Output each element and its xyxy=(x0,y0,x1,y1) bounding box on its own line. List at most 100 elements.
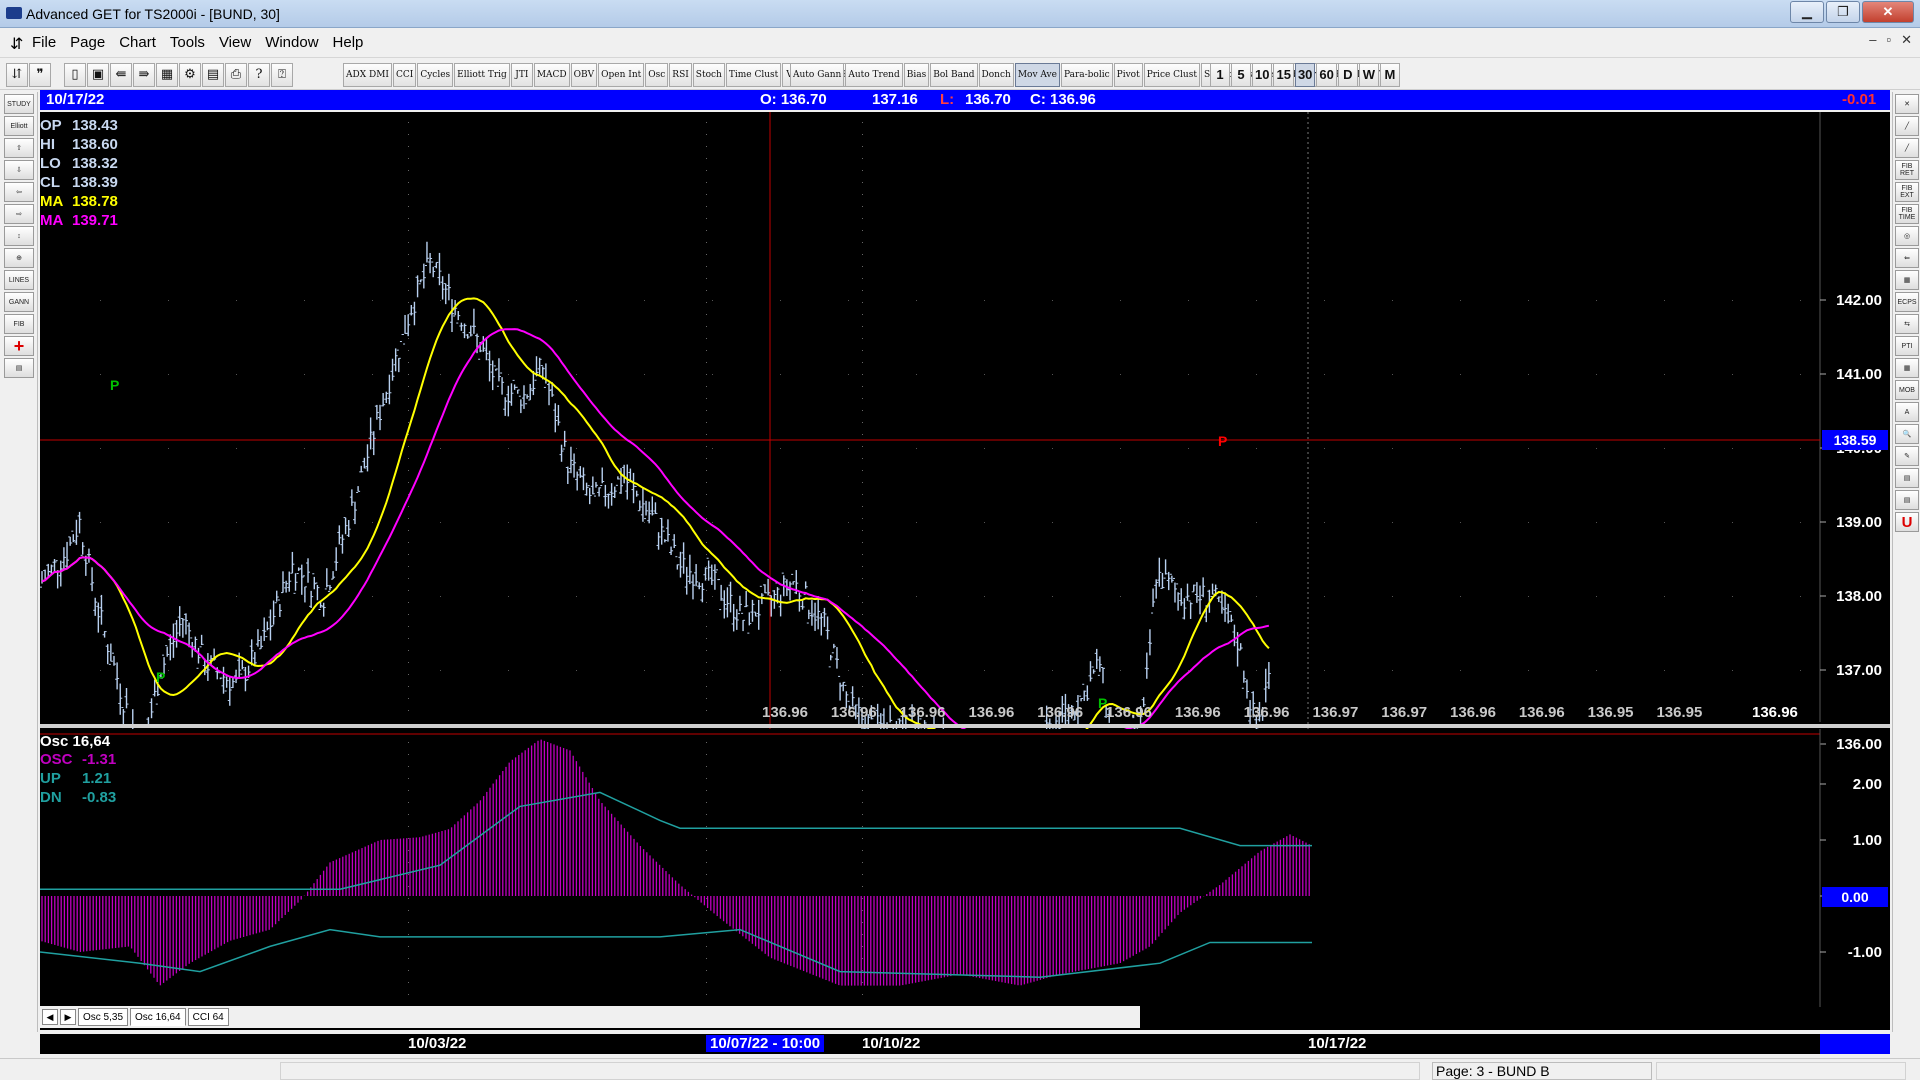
study-stoch-button[interactable]: Stoch xyxy=(692,63,725,87)
pointer-tool-icon[interactable]: ⇵ xyxy=(6,63,28,87)
study-cci-button[interactable]: CCI xyxy=(392,63,417,87)
overlay-auto-trend-button[interactable]: Auto Trend xyxy=(845,63,903,87)
menu-file[interactable]: File xyxy=(32,34,56,51)
copy-page-icon[interactable]: ▣ xyxy=(87,63,109,87)
tab-osc-5-35[interactable]: Osc 5,35 xyxy=(78,1008,129,1026)
maximize-button[interactable]: ❐ xyxy=(1826,1,1860,23)
chart-area[interactable]: 142.00141.00140.00139.00138.00137.00136.… xyxy=(40,112,1890,1030)
left-tool-10-icon[interactable]: FIB xyxy=(4,314,34,334)
menu-view[interactable]: View xyxy=(219,34,251,51)
right-tool-5-icon[interactable]: FIB TIME xyxy=(1895,204,1919,224)
left-tool-6-icon[interactable]: ↕ xyxy=(4,226,34,246)
right-tool-18-icon[interactable]: ▤ xyxy=(1895,490,1919,510)
study-obv-button[interactable]: OBV xyxy=(570,63,598,87)
close-button[interactable]: ✕ xyxy=(1862,1,1914,23)
overlay-bias-button[interactable]: Bias xyxy=(903,63,930,87)
minimize-button[interactable]: ▁ xyxy=(1790,1,1824,23)
tab-prev-button[interactable]: ◀ xyxy=(42,1009,58,1025)
menu-chart[interactable]: Chart xyxy=(119,34,156,51)
right-tool-12-icon[interactable]: ▦ xyxy=(1895,358,1919,378)
document-icon[interactable]: ⇵ xyxy=(10,34,23,54)
bar-date: 10/17/22 xyxy=(46,91,105,108)
overlay-bol-band-button[interactable]: Bol Band xyxy=(930,63,978,87)
right-tool-8-icon[interactable]: ▦ xyxy=(1895,270,1919,290)
menu-window[interactable]: Window xyxy=(265,34,318,51)
right-tool-9-icon[interactable]: ECPS xyxy=(1895,292,1919,312)
overlay-mov-ave-button[interactable]: Mov Ave xyxy=(1014,63,1060,87)
left-tool-7-icon[interactable]: ⊕ xyxy=(4,248,34,268)
study-osc-button[interactable]: Osc xyxy=(645,63,669,87)
study-time-clust-button[interactable]: Time Clust xyxy=(725,63,782,87)
settings-icon[interactable]: ⚙ xyxy=(179,63,201,87)
right-tool-0-icon[interactable]: ✕ xyxy=(1895,94,1919,114)
mdi-close-button[interactable]: ✕ xyxy=(1901,32,1912,48)
study-open-int-button[interactable]: Open Int xyxy=(598,63,645,87)
study-elliott-trig-button[interactable]: Elliott Trig xyxy=(454,63,510,87)
left-tool-3-icon[interactable]: ⇩ xyxy=(4,160,34,180)
left-tool-9-icon[interactable]: GANN xyxy=(4,292,34,312)
projection-value: 136.96 xyxy=(831,704,877,721)
right-tool-15-icon[interactable]: 🔍 xyxy=(1895,424,1919,444)
help-icon[interactable]: ⍰ xyxy=(271,63,293,87)
right-tool-11-icon[interactable]: PTI xyxy=(1895,336,1919,356)
left-tool-4-icon[interactable]: ⇦ xyxy=(4,182,34,202)
overlay-para-bolic-button[interactable]: Para-bolic xyxy=(1060,63,1113,87)
left-tool-8-icon[interactable]: LINES xyxy=(4,270,34,290)
interval-10-button[interactable]: 10 xyxy=(1252,63,1273,87)
menu-page[interactable]: Page xyxy=(70,34,105,51)
study-cycles-button[interactable]: Cycles xyxy=(417,63,454,87)
menu-tools[interactable]: Tools xyxy=(170,34,205,51)
interval-w-button[interactable]: W xyxy=(1358,63,1379,87)
right-tool-4-icon[interactable]: FIB EXT xyxy=(1895,182,1919,202)
projection-value: 136.96 xyxy=(1175,704,1221,721)
grid-icon[interactable]: ▦ xyxy=(156,63,178,87)
interval-15-button[interactable]: 15 xyxy=(1273,63,1294,87)
left-tool-12-icon[interactable]: ▤ xyxy=(4,358,34,378)
interval-d-button[interactable]: D xyxy=(1337,63,1358,87)
scroll-right-icon[interactable]: ⇛ xyxy=(133,63,155,87)
menu-help[interactable]: Help xyxy=(333,34,364,51)
study-rsi-button[interactable]: RSI xyxy=(669,63,692,87)
interval-1-button[interactable]: 1 xyxy=(1210,63,1230,87)
left-tool-5-icon[interactable]: ⇨ xyxy=(4,204,34,224)
overlay-donch-button[interactable]: Donch xyxy=(978,63,1014,87)
study-adx-dmi-button[interactable]: ADX DMI xyxy=(343,63,392,87)
left-tool-1-icon[interactable]: Elliott xyxy=(4,116,34,136)
right-tool-6-icon[interactable]: ◎ xyxy=(1895,226,1919,246)
print-icon[interactable]: ⎙ xyxy=(225,63,247,87)
overlay-price-clust-button[interactable]: Price Clust xyxy=(1143,63,1200,87)
right-tool-19-icon[interactable]: U xyxy=(1895,512,1919,532)
tab-cci-64[interactable]: CCI 64 xyxy=(187,1008,229,1026)
mdi-restore-button[interactable]: ▫ xyxy=(1886,32,1891,48)
study-macd-button[interactable]: MACD xyxy=(533,63,570,87)
right-tool-17-icon[interactable]: ▤ xyxy=(1895,468,1919,488)
interval-m-button[interactable]: M xyxy=(1379,63,1400,87)
right-tool-13-icon[interactable]: MOB xyxy=(1895,380,1919,400)
scroll-left-icon[interactable]: ⇚ xyxy=(110,63,132,87)
projection-value: 136.95 xyxy=(1656,704,1702,721)
tab-osc-16-64[interactable]: Osc 16,64 xyxy=(130,1008,186,1026)
right-tool-7-icon[interactable]: ⇐ xyxy=(1895,248,1919,268)
right-tool-3-icon[interactable]: FIB RET xyxy=(1895,160,1919,180)
projection-value: 136.97 xyxy=(1381,704,1427,721)
quote-icon[interactable]: ❞ xyxy=(29,63,51,87)
study-jti-button[interactable]: JTI xyxy=(510,63,533,87)
interval-5-button[interactable]: 5 xyxy=(1231,63,1251,87)
left-tool-11-icon[interactable]: + xyxy=(4,336,34,356)
mdi-minimize-button[interactable]: – xyxy=(1869,32,1876,48)
interval-60-button[interactable]: 60 xyxy=(1316,63,1337,87)
tab-next-button[interactable]: ▶ xyxy=(60,1009,76,1025)
interval-30-button[interactable]: 30 xyxy=(1294,63,1316,87)
overlay-pivot-button[interactable]: Pivot xyxy=(1113,63,1143,87)
right-tool-16-icon[interactable]: ✎ xyxy=(1895,446,1919,466)
layout-icon[interactable]: ▤ xyxy=(202,63,224,87)
overlay-auto-gann-button[interactable]: Auto Gann xyxy=(790,63,845,87)
info-icon[interactable]: ? xyxy=(248,63,270,87)
right-tool-10-icon[interactable]: ⇆ xyxy=(1895,314,1919,334)
right-tool-1-icon[interactable]: ╱ xyxy=(1895,116,1919,136)
right-tool-14-icon[interactable]: A xyxy=(1895,402,1919,422)
new-page-icon[interactable]: ▯ xyxy=(64,63,86,87)
left-tool-2-icon[interactable]: ⇧ xyxy=(4,138,34,158)
left-tool-0-icon[interactable]: STUDY xyxy=(4,94,34,114)
right-tool-2-icon[interactable]: ╱ xyxy=(1895,138,1919,158)
